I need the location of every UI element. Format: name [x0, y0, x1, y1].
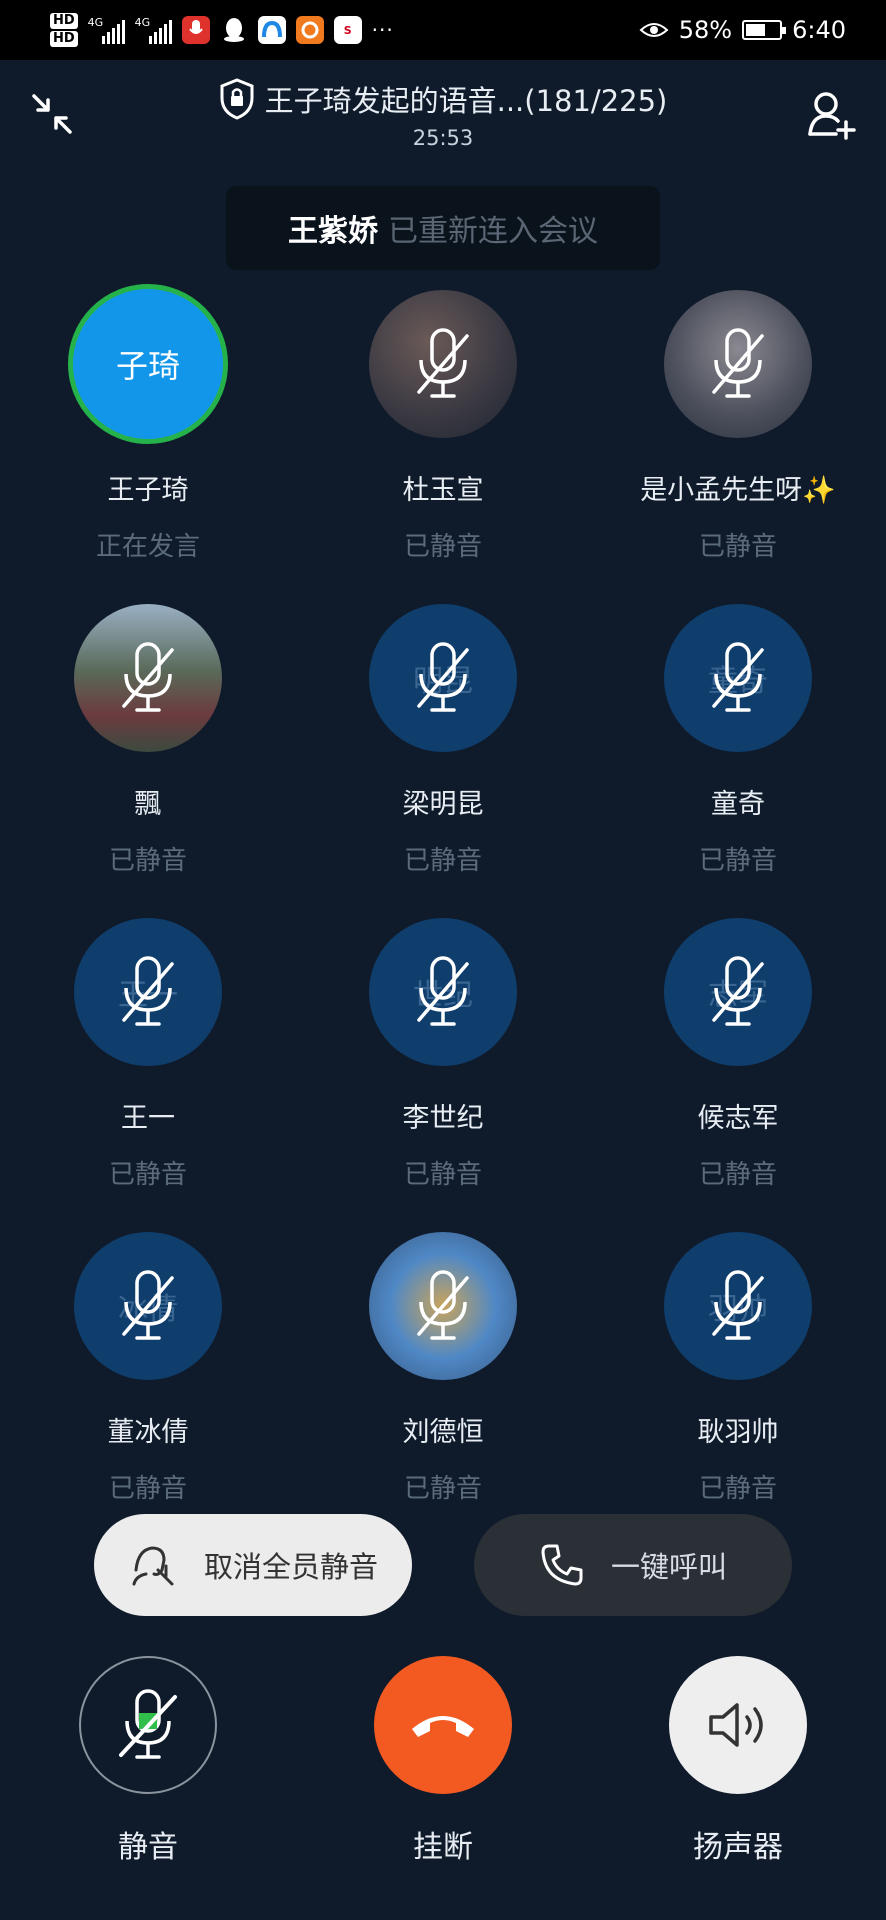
- participant-tile[interactable]: 童奇 童奇 已静音: [590, 604, 886, 894]
- unmute-all-label: 取消全员静音: [203, 1550, 378, 1584]
- overflow-dots: ···: [371, 18, 394, 42]
- avatar-initials: 子琦: [115, 347, 180, 385]
- call-title: 王子琦发起的语音...(181/225): [264, 84, 668, 118]
- mic-muted-icon: [413, 1268, 473, 1344]
- avatar[interactable]: 童奇: [664, 604, 812, 752]
- battery-icon: [742, 20, 787, 40]
- participant-name: 杜玉宣: [402, 475, 484, 506]
- mic-muted-icon: [708, 954, 768, 1030]
- mic-muted-icon: [708, 640, 768, 716]
- participant-status: 已静音: [698, 1474, 777, 1504]
- speaker-icon: [709, 1703, 763, 1747]
- participant-name: 李世纪: [402, 1103, 484, 1134]
- avatar[interactable]: 志军: [664, 918, 812, 1066]
- rejoin-toast: 王紫娇 已重新连入会议: [226, 186, 660, 270]
- participant-status: 已静音: [403, 846, 482, 876]
- qq-icon: [220, 16, 248, 44]
- avatar[interactable]: 王一: [74, 918, 222, 1066]
- mute-button[interactable]: 静音: [78, 1656, 218, 1866]
- participant-name: 王子琦: [107, 475, 189, 506]
- hd-badge-2: HD: [50, 31, 78, 47]
- participant-tile[interactable]: 刘德恒 已静音: [295, 1232, 591, 1522]
- participant-name: 是小孟先生呀✨: [640, 475, 836, 506]
- participant-name: 王一: [121, 1103, 175, 1134]
- avatar[interactable]: [369, 290, 517, 438]
- mic-muted-icon: [413, 954, 473, 1030]
- hangup-icon: [412, 1716, 474, 1737]
- signal-icon-2: 4G: [135, 16, 172, 44]
- mic-muted-icon: [413, 640, 473, 716]
- participant-status: 已静音: [108, 1160, 187, 1190]
- hangup-label: 挂断: [413, 1830, 473, 1865]
- avatar[interactable]: 世纪: [369, 918, 517, 1066]
- shield-lock-icon: [220, 78, 254, 120]
- participant-status: 已静音: [403, 1160, 482, 1190]
- eye-comfort-icon: [639, 23, 669, 37]
- battery-percent: 58%: [678, 16, 733, 44]
- avatar[interactable]: 羽帅: [664, 1232, 812, 1380]
- participant-tile[interactable]: 志军 候志军 已静音: [590, 918, 886, 1208]
- participant-tile[interactable]: 明昆 梁明昆 已静音: [295, 604, 591, 894]
- participant-status: 已静音: [403, 532, 482, 562]
- mic-muted-icon: [118, 954, 178, 1030]
- participant-name: 梁明昆: [402, 789, 484, 820]
- participant-name: 候志军: [697, 1103, 779, 1134]
- participant-status: 已静音: [698, 846, 777, 876]
- speaker-label: 扬声器: [693, 1830, 783, 1865]
- participant-status: 已静音: [403, 1474, 482, 1504]
- participant-tile[interactable]: 羽帅 耿羽帅 已静音: [590, 1232, 886, 1522]
- clock: 6:40: [792, 16, 846, 44]
- participant-name: 董冰倩: [107, 1417, 189, 1448]
- browser-icon: [257, 16, 286, 44]
- hangup-button[interactable]: 挂断: [373, 1656, 513, 1866]
- status-bar: HD HD 4G 4G S ··· 58% 6:40: [0, 0, 886, 60]
- mute-label: 静音: [118, 1830, 178, 1865]
- avatar[interactable]: [664, 290, 812, 438]
- signal-icon-1: 4G: [88, 16, 125, 44]
- mic-muted-icon: [118, 1268, 178, 1344]
- participant-name: 刘德恒: [402, 1417, 484, 1448]
- participant-tile[interactable]: 是小孟先生呀✨ 已静音: [590, 290, 886, 580]
- add-member-icon[interactable]: [806, 88, 858, 140]
- participant-status: 正在发言: [95, 532, 200, 562]
- mic-muted-icon: [119, 1689, 177, 1759]
- phone-icon: [541, 1544, 583, 1586]
- avatar[interactable]: [74, 604, 222, 752]
- avatar[interactable]: 子琦: [68, 284, 228, 444]
- mic-muted-icon: [118, 640, 178, 716]
- toast-message: 已重新连入会议: [388, 214, 598, 249]
- avatar[interactable]: 冰倩: [74, 1232, 222, 1380]
- call-header: 王子琦发起的语音...(181/225) 25:53: [0, 60, 886, 170]
- call-all-button[interactable]: 一键呼叫: [474, 1514, 792, 1616]
- mic-muted-icon: [708, 1268, 768, 1344]
- mic-muted-icon: [708, 326, 768, 402]
- mic-muted-icon: [413, 326, 473, 402]
- participant-tile[interactable]: 杜玉宣 已静音: [295, 290, 591, 580]
- participant-name: 飄: [134, 789, 162, 820]
- speaker-button[interactable]: 扬声器: [668, 1656, 808, 1866]
- call-all-label: 一键呼叫: [610, 1550, 727, 1584]
- participant-tile[interactable]: 世纪 李世纪 已静音: [295, 918, 591, 1208]
- participant-tile[interactable]: 飄已静音: [0, 604, 296, 894]
- mic-app-icon: [181, 16, 210, 44]
- mic-slash-icon: [132, 1546, 174, 1586]
- toast-name: 王紫娇: [288, 214, 378, 249]
- avatar[interactable]: 明昆: [369, 604, 517, 752]
- participant-name: 耿羽帅: [697, 1417, 779, 1448]
- participant-status: 已静音: [108, 846, 187, 876]
- sina-icon: S: [333, 16, 362, 44]
- participant-tile[interactable]: 子琦 王子琦 正在发言: [0, 284, 296, 580]
- unmute-all-button[interactable]: 取消全员静音: [94, 1514, 412, 1616]
- participant-tile[interactable]: 冰倩 董冰倩 已静音: [0, 1232, 296, 1522]
- participant-tile[interactable]: 王一 王一 已静音: [0, 918, 296, 1208]
- uc-icon: [295, 16, 324, 44]
- hd-badge-1: HD: [50, 13, 78, 29]
- participant-name: 童奇: [711, 789, 765, 820]
- participant-status: 已静音: [108, 1474, 187, 1504]
- participant-status: 已静音: [698, 532, 777, 562]
- avatar[interactable]: [369, 1232, 517, 1380]
- participant-status: 已静音: [698, 1160, 777, 1190]
- call-timer: 25:53: [412, 126, 474, 150]
